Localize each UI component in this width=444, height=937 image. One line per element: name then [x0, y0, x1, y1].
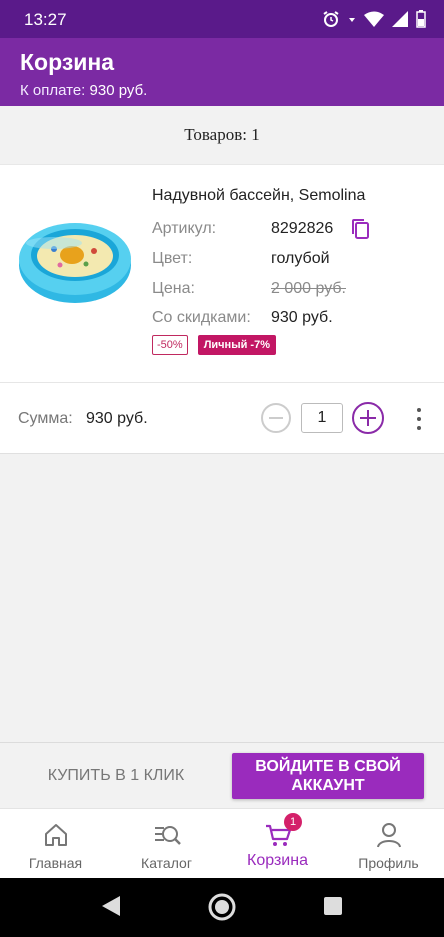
nav-item-catalog[interactable]: Каталог: [111, 809, 222, 879]
cart-count-badge: 1: [284, 813, 302, 831]
home-icon: [44, 824, 67, 846]
status-icons: [322, 9, 426, 29]
login-to-account-button[interactable]: ВОЙДИТЕ В СВОЙ АККАУНТ: [232, 753, 424, 799]
color-value: голубой: [271, 250, 330, 267]
payment-total: К оплате: 930 руб.: [20, 82, 147, 99]
system-navigation-bar: [0, 878, 444, 937]
catalog-search-icon: [154, 826, 181, 845]
nav-item-cart[interactable]: 1 Корзина: [222, 809, 333, 879]
price-old-value: 2 000 руб.: [271, 280, 346, 297]
app-bar: Корзина К оплате: 930 руб.: [0, 38, 444, 106]
cart-item-card: Надувной бассейн, Semolina Артикул: 8292…: [0, 164, 444, 454]
home-button-icon[interactable]: [207, 892, 237, 922]
personal-discount-badge: Личный -7%: [197, 335, 276, 355]
discount-label: Со скидками:: [152, 309, 251, 326]
recents-icon[interactable]: [323, 896, 343, 916]
nav-label-cart: Корзина: [247, 852, 308, 869]
discount-percent-badge: -50%: [152, 335, 188, 355]
sum-label: Сумма:: [18, 410, 73, 427]
data-arrows-icon: [349, 18, 355, 22]
decrease-quantity-button[interactable]: [261, 403, 291, 433]
wifi-icon: [364, 11, 384, 27]
alarm-icon: [323, 11, 339, 27]
article-value: 8292826: [271, 220, 334, 237]
checkout-action-bar: КУПИТЬ В 1 КЛИК ВОЙДИТЕ В СВОЙ АККАУНТ: [0, 742, 444, 808]
article-label: Артикул:: [152, 220, 217, 237]
profile-icon: [376, 823, 401, 848]
more-options-icon[interactable]: [410, 406, 428, 432]
back-icon[interactable]: [100, 894, 122, 918]
nav-label-profile: Профиль: [358, 855, 419, 871]
bottom-navigation: Главная Каталог 1 Корзина Профиль: [0, 808, 444, 878]
page-title: Корзина: [20, 49, 115, 75]
buy-one-click-button[interactable]: КУПИТЬ В 1 КЛИК: [18, 753, 214, 799]
discount-badges: -50% Личный -7%: [152, 335, 276, 355]
divider: [0, 382, 444, 383]
login-button-line1: ВОЙДИТЕ В СВОЙ: [255, 758, 401, 775]
nav-item-home[interactable]: Главная: [0, 809, 111, 879]
status-bar: 13:27: [0, 0, 444, 38]
sum-value: 930 руб.: [86, 410, 148, 427]
price-label: Цена:: [152, 280, 195, 297]
nav-label-catalog: Каталог: [141, 855, 192, 871]
product-name[interactable]: Надувной бассейн, Semolina: [152, 187, 365, 205]
color-label: Цвет:: [152, 250, 193, 267]
battery-icon: [416, 10, 426, 28]
quantity-input[interactable]: 1: [301, 403, 343, 433]
payment-label: К оплате:: [20, 82, 86, 99]
nav-label-home: Главная: [28, 855, 83, 871]
nav-item-profile[interactable]: Профиль: [333, 809, 444, 879]
login-button-line2: АККАУНТ: [291, 777, 365, 794]
product-image[interactable]: [14, 209, 136, 309]
copy-icon[interactable]: [350, 218, 370, 240]
signal-icon: [392, 11, 408, 27]
status-time: 13:27: [24, 10, 67, 29]
items-count: Товаров: 1: [184, 125, 260, 144]
payment-value: 930 руб.: [89, 82, 148, 99]
increase-quantity-button[interactable]: [352, 402, 384, 434]
discount-value: 930 руб.: [271, 309, 333, 326]
